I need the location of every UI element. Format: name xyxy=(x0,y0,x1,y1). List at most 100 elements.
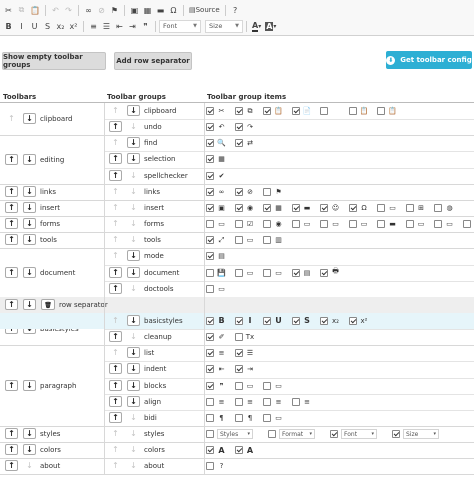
item-checkbox[interactable] xyxy=(234,139,243,148)
item-checkbox[interactable] xyxy=(377,107,385,115)
group-item[interactable]: 🖶 xyxy=(320,267,341,279)
item-checkbox[interactable] xyxy=(206,365,214,374)
indent-button[interactable]: ⇥ xyxy=(126,19,139,34)
toolbar-insert-move-down-button[interactable]: ↓ xyxy=(23,201,36,213)
item-checkbox[interactable] xyxy=(377,203,385,212)
item-checkbox[interactable] xyxy=(434,203,442,212)
item-checkbox[interactable] xyxy=(263,397,271,406)
group-item[interactable]: ▥ xyxy=(263,234,284,246)
group-combo-item[interactable]: Font ▾ xyxy=(330,428,377,440)
group-doctools-move-up-button[interactable]: ↑ xyxy=(109,282,122,294)
group-item[interactable]: ? xyxy=(206,460,227,472)
group-item[interactable]: 📋 xyxy=(263,105,284,117)
group-spellchecker-move-up-button[interactable]: ↑ xyxy=(109,169,122,181)
group-item[interactable]: ¶ xyxy=(206,412,227,424)
item-checkbox[interactable] xyxy=(206,349,214,358)
item-checkbox[interactable] xyxy=(234,268,243,277)
item-checkbox[interactable] xyxy=(206,203,214,212)
item-checkbox[interactable] xyxy=(377,220,385,229)
group-blocks-move-down-button[interactable]: ↓ xyxy=(127,379,140,391)
horizontal-rule-button[interactable]: ▬ xyxy=(154,3,167,18)
font-combo[interactable]: Font ▼ xyxy=(159,19,201,33)
item-checkbox[interactable] xyxy=(234,123,243,132)
item-checkbox[interactable] xyxy=(206,316,214,325)
group-item[interactable]: ⇤ xyxy=(206,363,227,375)
group-item[interactable]: ∞ xyxy=(206,186,227,198)
group-align-move-down-button[interactable]: ↓ xyxy=(127,395,140,407)
toolbar-row-separator-move-up-button[interactable]: ↑ xyxy=(5,298,18,310)
item-checkbox[interactable] xyxy=(320,107,328,115)
item-checkbox[interactable] xyxy=(268,430,276,438)
group-item[interactable]: ◉ xyxy=(234,202,256,214)
group-undo-move-up-button[interactable]: ↑ xyxy=(109,121,122,133)
group-item[interactable]: ▭ xyxy=(263,412,284,424)
item-checkbox[interactable] xyxy=(348,220,357,229)
group-item[interactable]: 📄 xyxy=(291,105,313,117)
item-checkbox[interactable] xyxy=(263,236,271,245)
group-item[interactable]: ▣ xyxy=(206,202,227,214)
group-item[interactable]: ◉ xyxy=(263,218,284,230)
group-item[interactable]: ≡ xyxy=(291,396,313,408)
toolbar-forms-move-down-button[interactable]: ↓ xyxy=(23,218,36,230)
remove-separator-button[interactable]: 🗑 xyxy=(41,298,55,310)
item-checkbox[interactable] xyxy=(291,268,300,277)
item-checkbox[interactable] xyxy=(348,107,357,115)
group-item[interactable]: ▭ xyxy=(234,234,256,246)
item-checkbox[interactable] xyxy=(320,203,328,212)
group-item[interactable]: ▭ xyxy=(234,267,256,279)
item-checkbox[interactable] xyxy=(234,413,243,422)
group-item[interactable]: 💾 xyxy=(206,267,227,279)
item-checkbox[interactable] xyxy=(206,107,214,115)
item-checkbox[interactable] xyxy=(206,236,214,245)
item-checkbox[interactable] xyxy=(320,268,328,277)
group-item[interactable]: ↷ xyxy=(234,121,256,133)
item-checkbox[interactable] xyxy=(206,139,214,148)
group-bidi-move-up-button[interactable]: ↑ xyxy=(109,411,122,423)
item-checkbox[interactable] xyxy=(234,365,243,374)
group-selection-move-down-button[interactable]: ↓ xyxy=(127,153,140,165)
group-item[interactable]: ▭ xyxy=(206,218,227,230)
item-checkbox[interactable] xyxy=(234,316,243,325)
group-item[interactable]: ▬ xyxy=(291,202,313,214)
group-item[interactable]: ≡ xyxy=(263,396,284,408)
group-mode-move-down-button[interactable]: ↓ xyxy=(127,250,140,262)
item-checkbox[interactable] xyxy=(206,446,214,455)
bullet-list-button[interactable]: ☰ xyxy=(100,19,113,34)
group-list-move-down-button[interactable]: ↓ xyxy=(127,347,140,359)
toolbar-links-move-up-button[interactable]: ↑ xyxy=(5,185,18,197)
image-button[interactable]: ▣ xyxy=(128,3,141,18)
toolbar-editing-move-up-button[interactable]: ↑ xyxy=(5,153,18,165)
toolbar-colors-move-down-button[interactable]: ↓ xyxy=(23,444,36,456)
group-item[interactable]: Ω xyxy=(348,202,370,214)
item-checkbox[interactable] xyxy=(263,268,271,277)
redo-button[interactable]: ↷ xyxy=(62,3,75,18)
item-checkbox[interactable] xyxy=(263,203,271,212)
group-item[interactable]: ⤢ xyxy=(206,234,227,246)
group-item[interactable]: ✂ xyxy=(206,105,227,117)
size-combo[interactable]: Size ▼ xyxy=(205,19,243,33)
item-checkbox[interactable] xyxy=(291,220,300,229)
group-find-move-down-button[interactable]: ↓ xyxy=(127,137,140,149)
toolbar-styles-move-up-button[interactable]: ↑ xyxy=(5,428,18,440)
group-item[interactable]: ✔ xyxy=(206,170,227,182)
group-item[interactable]: ❞ xyxy=(206,380,227,392)
group-indent-move-down-button[interactable]: ↓ xyxy=(127,363,140,375)
toolbar-editing-move-down-button[interactable]: ↓ xyxy=(23,153,36,165)
group-blocks-move-up-button[interactable]: ↑ xyxy=(109,379,122,391)
group-item[interactable]: ▭ xyxy=(320,218,341,230)
group-item[interactable]: ▭ xyxy=(263,267,284,279)
item-checkbox[interactable] xyxy=(348,316,357,325)
group-item[interactable]: ☰ xyxy=(234,347,256,359)
group-item[interactable]: ☺ xyxy=(320,202,341,214)
item-checkbox[interactable] xyxy=(206,462,214,471)
about-button[interactable]: ? xyxy=(229,3,242,18)
background-color-button[interactable]: A ▾ xyxy=(263,19,278,34)
toolbar-row-separator-move-down-button[interactable]: ↓ xyxy=(23,298,36,310)
group-selection-move-up-button[interactable]: ↑ xyxy=(109,153,122,165)
group-item[interactable]: ≡ xyxy=(234,396,256,408)
item-checkbox[interactable] xyxy=(234,349,243,358)
item-checkbox[interactable] xyxy=(234,381,243,390)
group-item[interactable]: A xyxy=(234,444,256,456)
group-item[interactable]: U xyxy=(263,315,284,327)
group-item[interactable] xyxy=(320,105,341,117)
